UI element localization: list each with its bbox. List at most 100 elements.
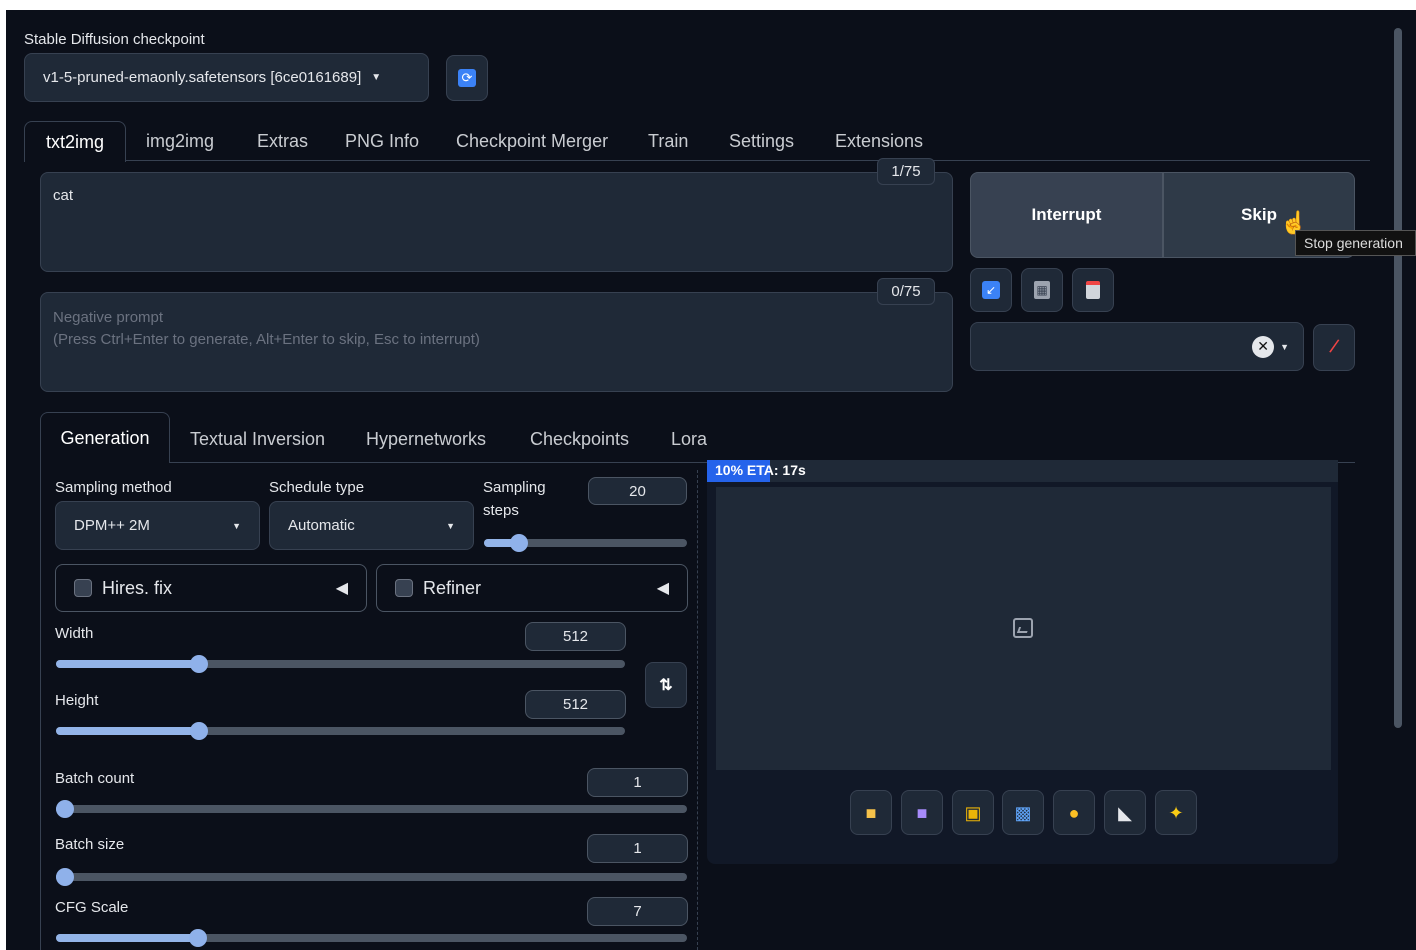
prompt-text: cat bbox=[53, 187, 74, 204]
width-slider[interactable] bbox=[56, 655, 625, 673]
send-to-img2img-icon: ▩ bbox=[1014, 802, 1032, 823]
width-input[interactable]: 512 bbox=[525, 622, 626, 651]
arrow-icon: ↙ bbox=[982, 281, 1000, 299]
collapse-arrow-icon: ◀ bbox=[335, 580, 348, 597]
slider-handle[interactable] bbox=[188, 929, 207, 947]
zip-button[interactable]: ▣ bbox=[952, 790, 994, 835]
clear-prompt-button[interactable]: ▦ bbox=[1021, 268, 1063, 312]
chevron-down-icon: ▼ bbox=[1280, 341, 1289, 352]
hires-fix-checkbox[interactable] bbox=[74, 579, 92, 597]
upscale-icon: ✦ bbox=[1168, 802, 1184, 823]
tab-png-info[interactable]: PNG Info bbox=[345, 131, 419, 152]
save-icon: ■ bbox=[916, 802, 928, 823]
checkpoint-dropdown[interactable]: v1-5-pruned-emaonly.safetensors [6ce0161… bbox=[24, 53, 429, 102]
prompt-textarea[interactable]: cat bbox=[40, 172, 953, 272]
clipboard-icon bbox=[1086, 281, 1100, 299]
slider-handle[interactable] bbox=[510, 534, 529, 552]
sampling-steps-slider[interactable] bbox=[484, 534, 687, 552]
send-to-extras-button[interactable]: ◣ bbox=[1104, 790, 1146, 835]
edit-styles-button[interactable]: / bbox=[1313, 324, 1355, 371]
slider-handle[interactable] bbox=[190, 655, 209, 673]
upscale-button[interactable]: ✦ bbox=[1155, 790, 1197, 835]
prompt-token-counter: 1/75 bbox=[877, 158, 935, 185]
send-to-inpaint-button[interactable]: ● bbox=[1053, 790, 1095, 835]
tab-settings[interactable]: Settings bbox=[729, 131, 794, 152]
screen-left-border bbox=[0, 0, 6, 950]
slider-fill bbox=[56, 727, 200, 735]
subtab-lora[interactable]: Lora bbox=[671, 429, 707, 450]
schedule-type-value: Automatic bbox=[288, 517, 355, 534]
tab-checkpoint-merger[interactable]: Checkpoint Merger bbox=[456, 131, 608, 152]
send-to-img2img-button[interactable]: ▩ bbox=[1002, 790, 1044, 835]
read-parameters-button[interactable]: ↙ bbox=[970, 268, 1012, 312]
refiner-checkbox[interactable] bbox=[395, 579, 413, 597]
slider-handle[interactable] bbox=[190, 722, 209, 740]
tab-train[interactable]: Train bbox=[648, 131, 688, 152]
hires-fix-accordion[interactable]: Hires. fix ◀ bbox=[55, 564, 367, 612]
zip-icon: ▣ bbox=[964, 802, 982, 823]
skip-tooltip: Stop generation bbox=[1295, 230, 1416, 256]
tab-extras[interactable]: Extras bbox=[257, 131, 308, 152]
sampling-steps-label-line1: Sampling bbox=[483, 479, 546, 496]
refiner-accordion[interactable]: Refiner ◀ bbox=[376, 564, 688, 612]
chevron-down-icon: ▼ bbox=[371, 72, 382, 83]
send-to-inpaint-icon: ● bbox=[1068, 802, 1080, 823]
folder-icon: ■ bbox=[865, 802, 877, 823]
slider-fill bbox=[56, 660, 200, 668]
tab-txt2img[interactable]: txt2img bbox=[24, 121, 126, 162]
negative-prompt-token-counter: 0/75 bbox=[877, 278, 935, 305]
cfg-scale-label: CFG Scale bbox=[55, 899, 129, 916]
tab-extensions[interactable]: Extensions bbox=[835, 131, 923, 152]
slider-handle[interactable] bbox=[56, 868, 74, 886]
open-folder-button[interactable]: ■ bbox=[850, 790, 892, 835]
slider-fill bbox=[56, 934, 198, 942]
batch-size-slider[interactable] bbox=[56, 868, 687, 886]
batch-size-input[interactable]: 1 bbox=[587, 834, 688, 863]
chevron-down-icon: ▼ bbox=[232, 520, 241, 531]
screen-top-border bbox=[0, 0, 1416, 10]
height-slider[interactable] bbox=[56, 722, 625, 740]
slider-track bbox=[56, 873, 687, 881]
refiner-label: Refiner bbox=[423, 577, 482, 598]
negative-prompt-placeholder: Negative prompt bbox=[53, 309, 164, 326]
apply-styles-button[interactable] bbox=[1072, 268, 1114, 312]
schedule-type-dropdown[interactable]: Automatic ▼ bbox=[269, 501, 474, 550]
scrollbar-thumb[interactable] bbox=[1394, 28, 1402, 728]
negative-prompt-textarea[interactable]: Negative prompt (Press Ctrl+Enter to gen… bbox=[40, 292, 953, 392]
height-input[interactable]: 512 bbox=[525, 690, 626, 719]
sampling-method-value: DPM++ 2M bbox=[74, 517, 150, 534]
subtab-checkpoints[interactable]: Checkpoints bbox=[530, 429, 629, 450]
progress-text: 10% ETA: 17s bbox=[715, 462, 806, 478]
sampling-steps-input[interactable]: 20 bbox=[588, 477, 687, 505]
tab-img2img[interactable]: img2img bbox=[146, 131, 214, 152]
schedule-type-label: Schedule type bbox=[269, 479, 365, 496]
sampling-method-dropdown[interactable]: DPM++ 2M ▼ bbox=[55, 501, 260, 550]
styles-dropdown[interactable]: ✕ ▼ bbox=[970, 322, 1304, 371]
batch-count-input[interactable]: 1 bbox=[587, 768, 688, 797]
trash-icon: ▦ bbox=[1034, 281, 1050, 299]
refresh-checkpoint-button[interactable]: ⟳ bbox=[446, 55, 488, 101]
batch-count-slider[interactable] bbox=[56, 800, 687, 818]
negative-prompt-hint: (Press Ctrl+Enter to generate, Alt+Enter… bbox=[53, 331, 480, 348]
subtab-textual-inversion[interactable]: Textual Inversion bbox=[190, 429, 325, 450]
slider-handle[interactable] bbox=[56, 800, 74, 818]
slider-track bbox=[56, 805, 687, 813]
chevron-down-icon: ▼ bbox=[446, 520, 455, 531]
sampling-method-label: Sampling method bbox=[55, 479, 172, 496]
send-to-extras-icon: ◣ bbox=[1118, 802, 1132, 823]
generation-panel-divider bbox=[697, 470, 698, 950]
brush-icon: / bbox=[1327, 335, 1341, 359]
swap-dimensions-button[interactable]: ⇅ bbox=[645, 662, 687, 708]
cfg-scale-input[interactable]: 7 bbox=[587, 897, 688, 926]
cfg-scale-slider[interactable] bbox=[56, 929, 687, 947]
hires-fix-label: Hires. fix bbox=[102, 577, 173, 598]
batch-size-label: Batch size bbox=[55, 836, 125, 853]
width-label: Width bbox=[55, 625, 94, 642]
generation-panel-border bbox=[40, 462, 41, 950]
save-button[interactable]: ■ bbox=[901, 790, 943, 835]
subtab-generation[interactable]: Generation bbox=[40, 412, 170, 463]
subtab-hypernetworks[interactable]: Hypernetworks bbox=[366, 429, 486, 450]
interrupt-button[interactable]: Interrupt bbox=[970, 172, 1163, 258]
close-icon[interactable]: ✕ bbox=[1252, 335, 1275, 358]
main-tab-bar bbox=[24, 121, 1370, 161]
